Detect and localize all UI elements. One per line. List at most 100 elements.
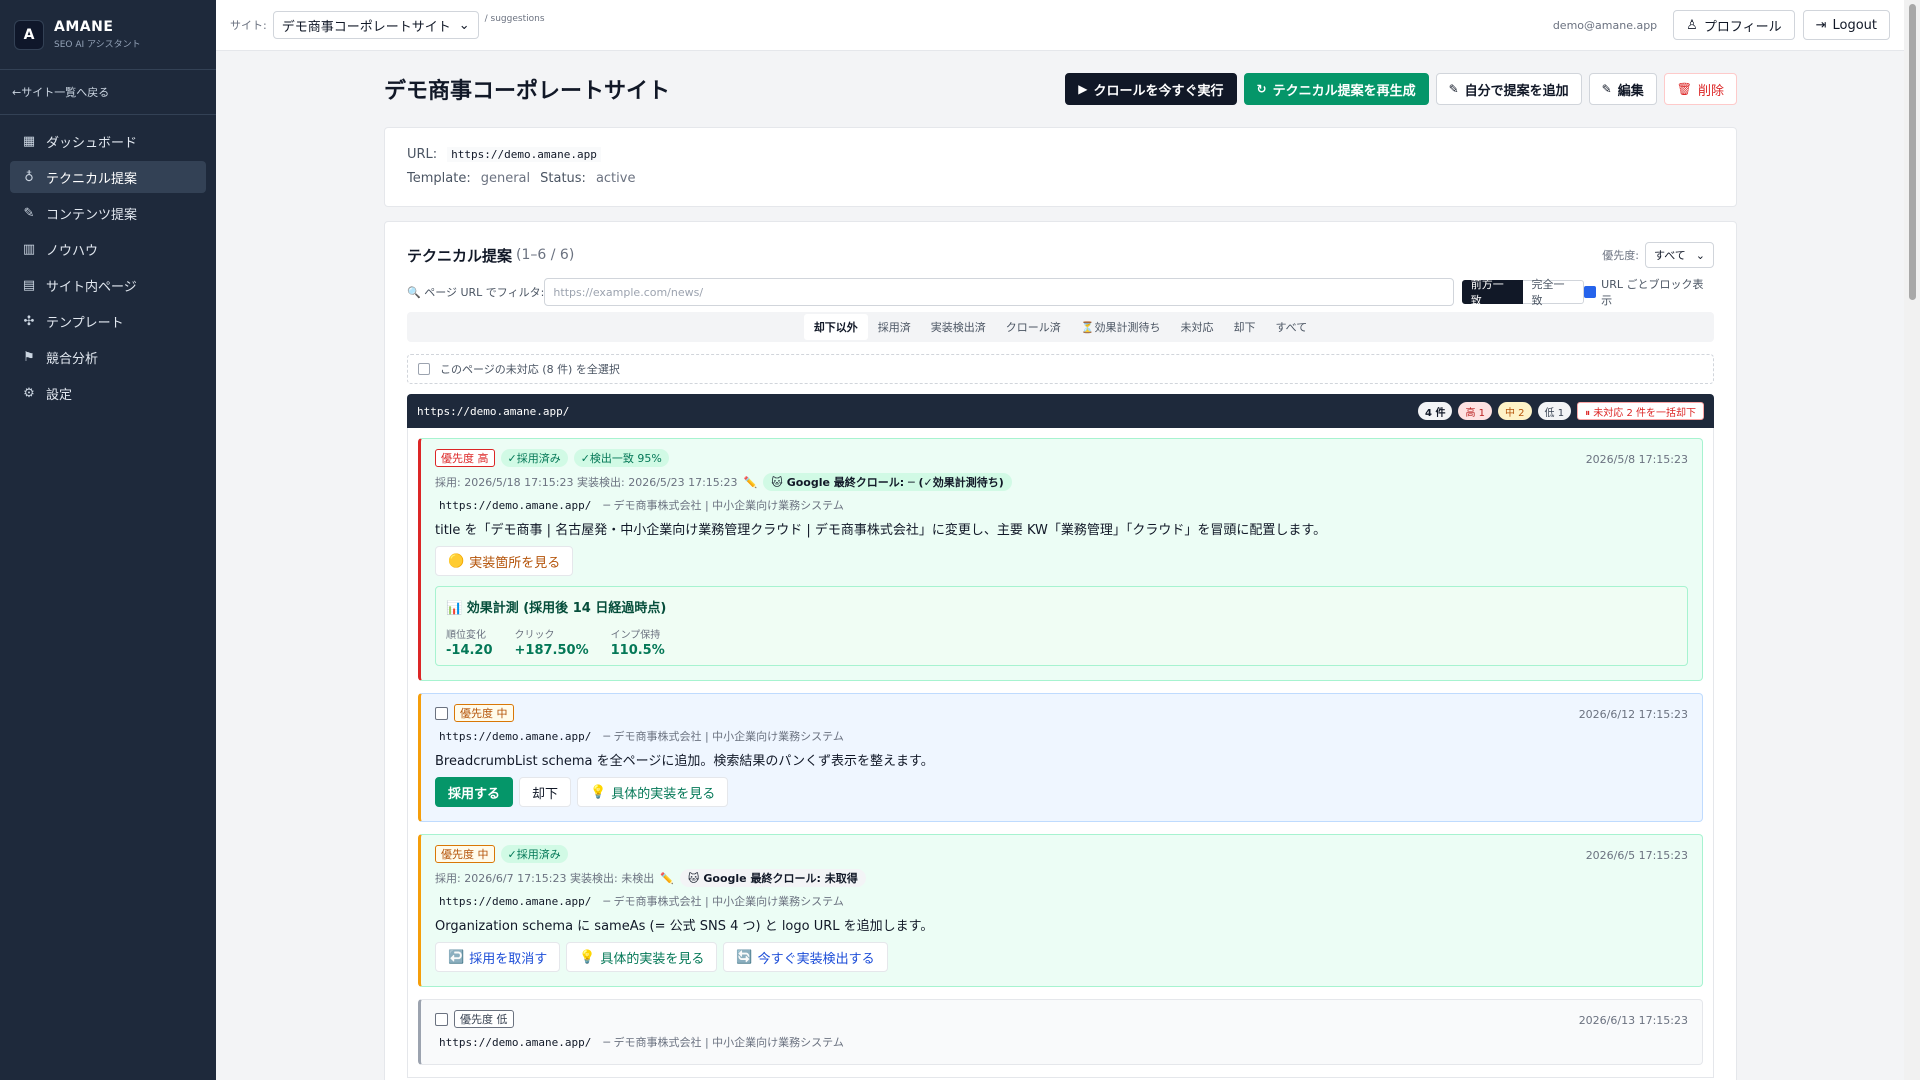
tab-not-rejected[interactable]: 却下以外 bbox=[803, 314, 868, 340]
view-detail-label: 具体的実装を見る bbox=[611, 786, 716, 802]
refresh-icon: ↻ bbox=[1256, 82, 1267, 96]
tab-rejected[interactable]: 却下 bbox=[1223, 314, 1265, 340]
regenerate-suggestions-button[interactable]: ↻ テクニカル提案を再生成 bbox=[1243, 73, 1429, 105]
match-mode-toggle: 前方一致 完全一致 bbox=[1461, 278, 1585, 307]
tab-pending[interactable]: 未対応 bbox=[1170, 314, 1223, 340]
bulk-reject-button[interactable]: ⏸ 未対応 2 件を一括却下 bbox=[1577, 402, 1704, 420]
url-filter-input[interactable]: https://example.com/news/ bbox=[544, 278, 1454, 306]
tab-adopted[interactable]: 採用済 bbox=[868, 314, 921, 340]
view-detail-label: 具体的実装を見る bbox=[600, 951, 705, 967]
select-all-row[interactable]: このページの未対応 (8 件) を全選択 bbox=[407, 354, 1714, 384]
scrollbar-thumb[interactable] bbox=[1909, 4, 1916, 300]
sidebar-item-site-pages[interactable]: ▤ サイト内ページ bbox=[10, 269, 206, 301]
lightbulb-icon: 💡 bbox=[579, 949, 596, 965]
match-prefix-button[interactable]: 前方一致 bbox=[1461, 278, 1524, 307]
gear-icon: ⚙ bbox=[23, 385, 35, 401]
suggestion-list: 優先度 高 ✓採用済み ✓検出一致 95% 2026/5/8 17:15:23 … bbox=[407, 428, 1714, 1078]
group-total-badge: 4 件 bbox=[1418, 402, 1453, 420]
sidebar-item-templates[interactable]: ✣ テンプレート bbox=[10, 305, 206, 337]
site-select[interactable]: デモ商事コーポレートサイト ⌄ bbox=[272, 11, 479, 39]
adopt-button[interactable]: 採用する bbox=[435, 777, 514, 807]
priority-select[interactable]: すべて ⌄ bbox=[1644, 242, 1714, 268]
suggestion-checkbox[interactable] bbox=[435, 706, 448, 720]
back-to-sites-link[interactable]: ←サイト一覧へ戻る bbox=[0, 70, 216, 115]
adopted-badge: ✓採用済み bbox=[500, 845, 568, 863]
block-view-toggle[interactable]: URL ごとブロック表示 bbox=[1584, 276, 1714, 308]
effect-title: 効果計測 (採用後 14 日経過時点) bbox=[466, 601, 667, 616]
view-detail-button[interactable]: 💡 具体的実装を見る bbox=[577, 777, 729, 807]
priority-select-value: すべて bbox=[1653, 249, 1686, 262]
lightbulb-icon: ♁ bbox=[24, 169, 34, 185]
metric-value: 110.5% bbox=[610, 643, 665, 658]
play-icon: ▶ bbox=[1078, 82, 1088, 96]
profile-button[interactable]: ♙ プロフィール bbox=[1673, 10, 1795, 40]
view-implementation-button[interactable]: 🟡 実装箇所を見る bbox=[435, 546, 574, 576]
pencil-icon[interactable]: ✏️ bbox=[660, 872, 674, 885]
undo-icon: ↩️ bbox=[448, 949, 465, 965]
sidebar-item-competitors[interactable]: ⚑ 競合分析 bbox=[10, 341, 206, 373]
block-view-checkbox[interactable] bbox=[1584, 286, 1597, 298]
regenerate-label: テクニカル提案を再生成 bbox=[1272, 83, 1416, 99]
status-tabs: 却下以外 採用済 実装検出済 クロール済 ⏳効果計測待ち 未対応 却下 すべて bbox=[407, 312, 1714, 342]
logout-button[interactable]: ⇥ Logout bbox=[1802, 10, 1890, 40]
sidebar-item-knowhow[interactable]: ▥ ノウハウ bbox=[10, 233, 206, 265]
edit-button[interactable]: ✎ 編集 bbox=[1588, 73, 1657, 105]
run-crawl-button[interactable]: ▶ クロールを今すぐ実行 bbox=[1065, 73, 1237, 105]
brand-name: AMANE bbox=[54, 19, 114, 35]
sidebar-item-label: サイト内ページ bbox=[46, 279, 137, 295]
bot-icon: 🐱 bbox=[687, 871, 700, 885]
page-scrollbar[interactable] bbox=[1904, 0, 1920, 1080]
pencil-icon[interactable]: ✏️ bbox=[744, 476, 758, 489]
google-crawl-text: Google 最終クロール: 未取得 bbox=[703, 872, 858, 885]
detected-badge: ✓検出一致 95% bbox=[573, 449, 669, 467]
block-view-label: URL ごとブロック表示 bbox=[1601, 278, 1704, 307]
detect-now-label: 今すぐ実装検出する bbox=[757, 951, 875, 967]
metric-value: -14.20 bbox=[446, 643, 493, 658]
brand-logo: A bbox=[14, 19, 44, 50]
suggestion-checkbox[interactable] bbox=[435, 1012, 448, 1026]
sidebar-item-label: 設定 bbox=[46, 387, 73, 403]
user-email: demo@amane.app bbox=[1552, 18, 1658, 32]
suggestion-description: title を「デモ商事 | 名古屋発・中小企業向け業務管理クラウド | デモ商… bbox=[435, 523, 1327, 538]
add-suggestion-button[interactable]: ✎ 自分で提案を追加 bbox=[1435, 73, 1582, 105]
tab-all[interactable]: すべて bbox=[1265, 314, 1317, 340]
sidebar-item-label: ダッシュボード bbox=[46, 135, 138, 151]
detect-now-button[interactable]: 🔄 今すぐ実装検出する bbox=[723, 942, 888, 972]
sidebar-item-settings[interactable]: ⚙ 設定 bbox=[10, 377, 206, 409]
reject-button[interactable]: 却下 bbox=[519, 777, 572, 807]
grid-icon: ▦ bbox=[22, 133, 36, 149]
brand[interactable]: A AMANE SEO AI アシスタント bbox=[0, 0, 216, 70]
chart-icon: 📊 bbox=[446, 601, 463, 616]
profile-button-label: プロフィール bbox=[1703, 19, 1782, 35]
google-crawl-text: Google 最終クロール: ─ (✓効果計測待ち) bbox=[786, 476, 1004, 489]
tab-crawled[interactable]: クロール済 bbox=[996, 314, 1071, 340]
suggestion-description: BreadcrumbList schema を全ページに追加。検索結果のパンくず… bbox=[435, 754, 934, 769]
priority-badge: 優先度 中 bbox=[435, 845, 495, 863]
cancel-adoption-button[interactable]: ↩️ 採用を取消す bbox=[435, 942, 561, 972]
suggestion-description: Organization schema に sameAs (= 公式 SNS 4… bbox=[435, 919, 934, 934]
suggestion-date: 2026/5/8 17:15:23 bbox=[1585, 453, 1688, 466]
site-select-value: デモ商事コーポレートサイト bbox=[281, 19, 451, 35]
match-exact-button[interactable]: 完全一致 bbox=[1523, 278, 1585, 307]
suggestions-count: (1–6 / 6) bbox=[516, 247, 575, 263]
tab-awaiting-measurement[interactable]: ⏳効果計測待ち bbox=[1071, 314, 1171, 340]
template-label: Template: bbox=[407, 170, 471, 186]
sidebar-item-technical[interactable]: ♁ テクニカル提案 bbox=[10, 161, 206, 193]
delete-button[interactable]: 🗑 削除 bbox=[1663, 73, 1737, 105]
site-url: https://demo.amane.app bbox=[447, 146, 601, 162]
sidebar-item-label: テンプレート bbox=[46, 315, 124, 331]
pencil-icon: ✎ bbox=[23, 205, 35, 221]
tab-detected[interactable]: 実装検出済 bbox=[921, 314, 996, 340]
user-icon: ♙ bbox=[1686, 17, 1698, 33]
view-implementation-label: 実装箇所を見る bbox=[469, 555, 561, 571]
priority-badge: 優先度 高 bbox=[435, 449, 495, 467]
sidebar-item-content[interactable]: ✎ コンテンツ提案 bbox=[10, 197, 206, 229]
url-filter-label: 🔍 ページ URL でフィルタ: bbox=[407, 284, 544, 300]
view-detail-button[interactable]: 💡 具体的実装を見る bbox=[566, 942, 718, 972]
suggestion-date: 2026/6/5 17:15:23 bbox=[1585, 849, 1688, 862]
sidebar-item-dashboard[interactable]: ▦ ダッシュボード bbox=[10, 125, 206, 157]
suggestions-card: テクニカル提案 (1–6 / 6) 優先度: すべて ⌄ 🔍 ページ URL で… bbox=[384, 221, 1737, 1080]
select-all-checkbox[interactable] bbox=[418, 363, 430, 375]
site-info-card: URL: https://demo.amane.app Template: ge… bbox=[384, 127, 1737, 207]
page-title: デモ商事コーポレートサイト bbox=[384, 79, 671, 104]
